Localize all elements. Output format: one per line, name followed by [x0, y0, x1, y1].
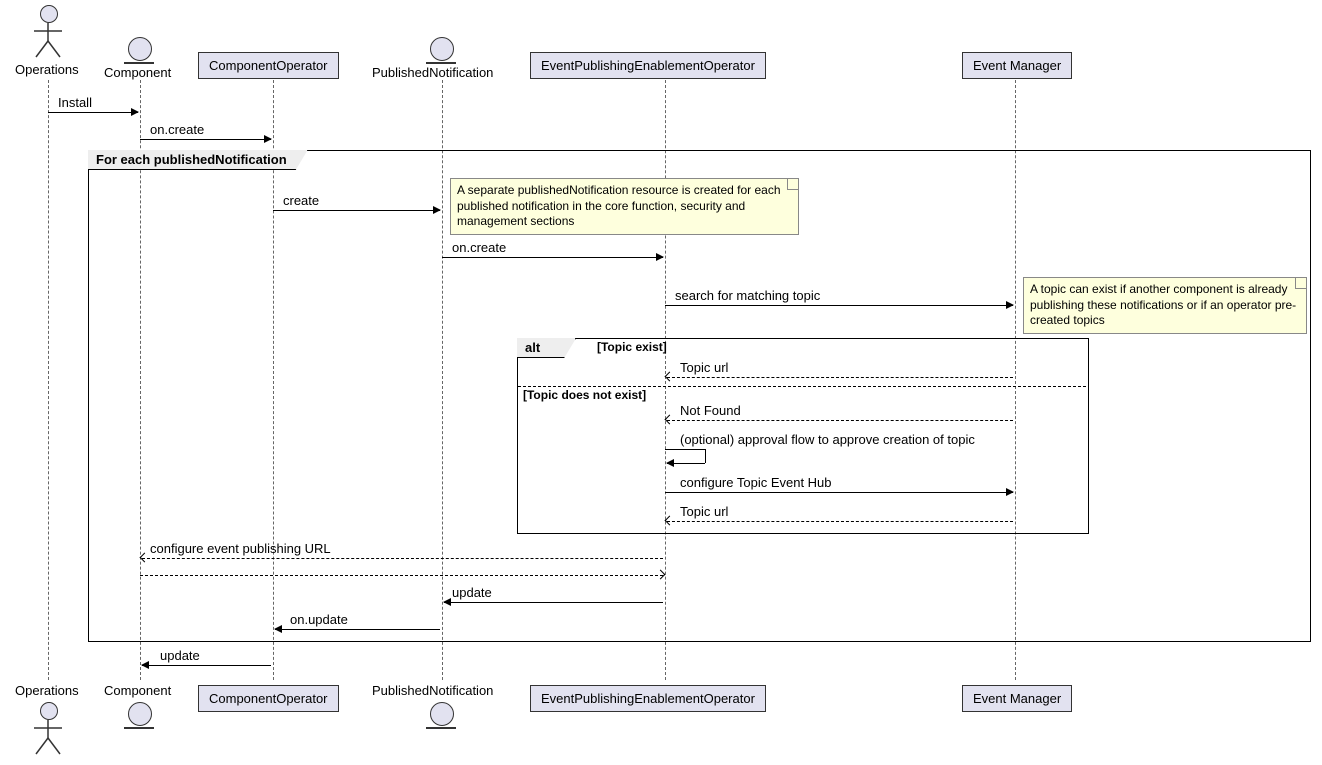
participant-publishednotification-bottom: PublishedNotification [372, 683, 493, 698]
msg-onupdate-label: on.update [290, 612, 348, 627]
msg-searchtopic-label: search for matching topic [675, 288, 820, 303]
entity-publishednotification-circle-bottom [430, 702, 454, 726]
msg-oncreate1-line [140, 139, 271, 140]
msg-notfound-line [667, 420, 1013, 421]
participant-operations-top: Operations [15, 62, 79, 77]
entity-component-circle-top [128, 37, 152, 61]
msg-oncreate2-line [442, 257, 663, 258]
msg-notfound-label: Not Found [680, 403, 741, 418]
note-topic-exist: A topic can exist if another component i… [1023, 277, 1307, 334]
msg-topicurl2-line [667, 521, 1013, 522]
msg-install-label: Install [58, 95, 92, 110]
frame-alt-guard1: [Topic exist] [597, 340, 667, 354]
msg-oncreate2-label: on.create [452, 240, 506, 255]
entity-publishednotification-line-bottom [426, 727, 456, 729]
msg-approval-line-top [665, 449, 705, 450]
actor-operations-body-top [30, 23, 70, 63]
msg-update2-line [142, 665, 271, 666]
participant-epeoperator-bottom: EventPublishingEnablementOperator [530, 685, 766, 712]
msg-onupdate-line [275, 629, 440, 630]
msg-update1-label: update [452, 585, 492, 600]
msg-create-line [273, 210, 440, 211]
frame-alt-guard2: [Topic does not exist] [523, 388, 646, 402]
participant-epeoperator-top: EventPublishingEnablementOperator [530, 52, 766, 79]
msg-approval-line-v [705, 449, 706, 463]
participant-eventmanager-top: Event Manager [962, 52, 1072, 79]
msg-create-label: create [283, 193, 319, 208]
participant-componentoperator-top: ComponentOperator [198, 52, 339, 79]
entity-component-circle-bottom [128, 702, 152, 726]
note-resource-created: A separate publishedNotification resourc… [450, 178, 799, 235]
actor-operations-head-bottom [40, 702, 58, 720]
msg-topicurl2-label: Topic url [680, 504, 728, 519]
participant-componentoperator-bottom: ComponentOperator [198, 685, 339, 712]
participant-publishednotification-top: PublishedNotification [372, 65, 493, 80]
msg-configurehub-line [665, 492, 1013, 493]
entity-component-line-top [124, 62, 154, 64]
msg-configureurl-line [142, 558, 663, 559]
entity-component-line-bottom [124, 727, 154, 729]
msg-update1-line [444, 602, 663, 603]
participant-operations-bottom: Operations [15, 683, 79, 698]
frame-loop-label: For each publishedNotification [88, 150, 308, 170]
msg-update2-label: update [160, 648, 200, 663]
entity-publishednotification-circle-top [430, 37, 454, 61]
msg-searchtopic-line [665, 305, 1013, 306]
participant-component-bottom: Component [104, 683, 171, 698]
lifeline-operations [48, 80, 49, 680]
participant-eventmanager-bottom: Event Manager [962, 685, 1072, 712]
entity-publishednotification-line-top [426, 62, 456, 64]
actor-operations-head-top [40, 5, 58, 23]
participant-component-top: Component [104, 65, 171, 80]
msg-install-line [48, 112, 138, 113]
actor-operations-body-bottom [30, 720, 70, 760]
msg-return-empty-line [140, 575, 663, 576]
msg-configureurl-label: configure event publishing URL [150, 541, 331, 556]
msg-approval-label: (optional) approval flow to approve crea… [680, 432, 975, 447]
frame-alt-divider [518, 386, 1086, 387]
msg-approval-line-bot [667, 463, 705, 464]
msg-topicurl1-label: Topic url [680, 360, 728, 375]
msg-oncreate1-label: on.create [150, 122, 204, 137]
msg-configurehub-label: configure Topic Event Hub [680, 475, 832, 490]
msg-topicurl1-line [667, 377, 1013, 378]
